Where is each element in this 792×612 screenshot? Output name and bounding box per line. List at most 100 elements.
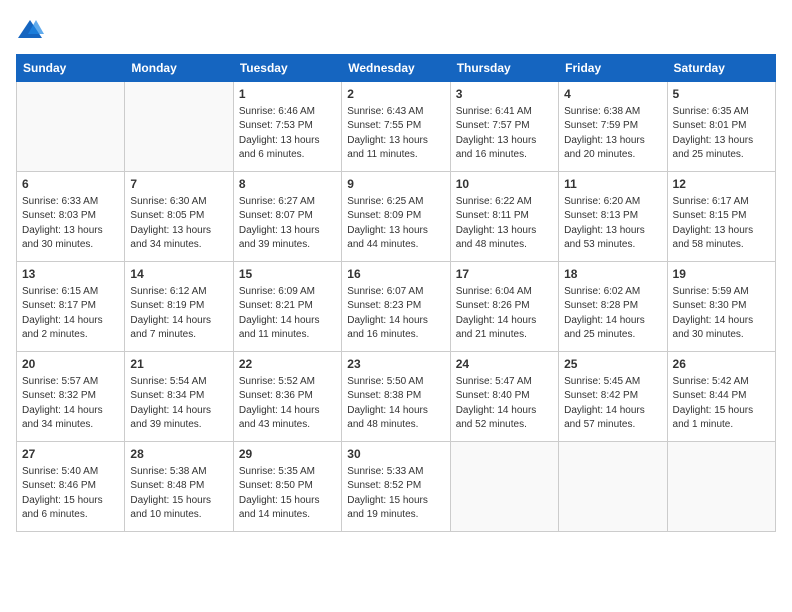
day-number: 19	[673, 266, 770, 283]
calendar-cell	[450, 442, 558, 532]
calendar-header-wednesday: Wednesday	[342, 55, 450, 82]
day-number: 22	[239, 356, 336, 373]
calendar-cell: 13 Sunrise: 6:15 AMSunset: 8:17 PMDayligh…	[17, 262, 125, 352]
calendar-week-2: 6 Sunrise: 6:33 AMSunset: 8:03 PMDaylight…	[17, 172, 776, 262]
day-info: Sunrise: 5:54 AMSunset: 8:34 PMDaylight:…	[130, 375, 227, 433]
calendar-cell: 23Sunrise: 5:50 AMSunset: 8:38 PMDayligh…	[342, 352, 450, 442]
calendar-week-5: 27 Sunrise: 5:40 AMSunset: 8:46 PMDayligh…	[17, 442, 776, 532]
day-info: Sunrise: 5:40 AMSunset: 8:46 PMDaylight:…	[22, 465, 119, 523]
calendar-header-saturday: Saturday	[667, 55, 775, 82]
day-info: Sunrise: 5:52 AMSunset: 8:36 PMDaylight:…	[239, 375, 336, 433]
day-info: Sunrise: 6:02 AMSunset: 8:28 PMDaylight:…	[564, 285, 661, 343]
calendar-cell: 25 Sunrise: 5:45 AMSunset: 8:42 PMDayligh…	[559, 352, 667, 442]
day-info: Sunrise: 5:57 AMSunset: 8:32 PMDaylight:…	[22, 375, 119, 433]
calendar-header-row: SundayMondayTuesdayWednesdayThursdayFrid…	[17, 55, 776, 82]
day-number: 11	[564, 176, 661, 193]
day-number: 13	[22, 266, 119, 283]
calendar-cell: 16 Sunrise: 6:07 AMSunset: 8:23 PMDayligh…	[342, 262, 450, 352]
day-number: 17	[456, 266, 553, 283]
day-number: 1	[239, 86, 336, 103]
day-info: Sunrise: 6:22 AMSunset: 8:11 PMDaylight:…	[456, 195, 553, 253]
day-number: 29	[239, 446, 336, 463]
calendar-cell	[667, 442, 775, 532]
day-number: 10	[456, 176, 553, 193]
day-number: 12	[673, 176, 770, 193]
calendar-header-friday: Friday	[559, 55, 667, 82]
calendar-cell: 20 Sunrise: 5:57 AMSunset: 8:32 PMDayligh…	[17, 352, 125, 442]
day-number: 8	[239, 176, 336, 193]
day-number: 20	[22, 356, 119, 373]
calendar-cell: 5 Sunrise: 6:35 AMSunset: 8:01 PMDaylight…	[667, 82, 775, 172]
day-info: Sunrise: 5:59 AMSunset: 8:30 PMDaylight:…	[673, 285, 770, 343]
calendar-header-sunday: Sunday	[17, 55, 125, 82]
day-number: 4	[564, 86, 661, 103]
calendar-cell: 6 Sunrise: 6:33 AMSunset: 8:03 PMDaylight…	[17, 172, 125, 262]
calendar-cell: 17 Sunrise: 6:04 AMSunset: 8:26 PMDayligh…	[450, 262, 558, 352]
day-number: 23	[347, 356, 444, 373]
calendar-cell: 7Sunrise: 6:30 AMSunset: 8:05 PMDaylight…	[125, 172, 233, 262]
calendar-header-tuesday: Tuesday	[233, 55, 341, 82]
calendar-cell: 4 Sunrise: 6:38 AMSunset: 7:59 PMDaylight…	[559, 82, 667, 172]
calendar-cell: 8 Sunrise: 6:27 AMSunset: 8:07 PMDaylight…	[233, 172, 341, 262]
day-info: Sunrise: 5:38 AMSunset: 8:48 PMDaylight:…	[130, 465, 227, 523]
calendar-cell	[17, 82, 125, 172]
day-info: Sunrise: 6:17 AMSunset: 8:15 PMDaylight:…	[673, 195, 770, 253]
calendar-cell	[125, 82, 233, 172]
calendar-cell: 19 Sunrise: 5:59 AMSunset: 8:30 PMDayligh…	[667, 262, 775, 352]
calendar-cell: 3 Sunrise: 6:41 AMSunset: 7:57 PMDaylight…	[450, 82, 558, 172]
day-number: 24	[456, 356, 553, 373]
day-info: Sunrise: 5:42 AMSunset: 8:44 PMDaylight:…	[673, 375, 770, 433]
calendar-cell: 12 Sunrise: 6:17 AMSunset: 8:15 PMDayligh…	[667, 172, 775, 262]
day-number: 18	[564, 266, 661, 283]
day-number: 7	[130, 176, 227, 193]
day-info: Sunrise: 5:33 AMSunset: 8:52 PMDaylight:…	[347, 465, 444, 523]
calendar-cell: 1 Sunrise: 6:46 AMSunset: 7:53 PMDaylight…	[233, 82, 341, 172]
calendar-cell: 14Sunrise: 6:12 AMSunset: 8:19 PMDayligh…	[125, 262, 233, 352]
calendar-table: SundayMondayTuesdayWednesdayThursdayFrid…	[16, 54, 776, 532]
day-info: Sunrise: 6:43 AMSunset: 7:55 PMDaylight:…	[347, 105, 444, 163]
logo	[16, 16, 48, 44]
calendar-week-4: 20 Sunrise: 5:57 AMSunset: 8:32 PMDayligh…	[17, 352, 776, 442]
day-number: 16	[347, 266, 444, 283]
day-number: 6	[22, 176, 119, 193]
day-info: Sunrise: 6:15 AMSunset: 8:17 PMDaylight:…	[22, 285, 119, 343]
day-info: Sunrise: 6:35 AMSunset: 8:01 PMDaylight:…	[673, 105, 770, 163]
calendar-cell: 27 Sunrise: 5:40 AMSunset: 8:46 PMDayligh…	[17, 442, 125, 532]
day-number: 9	[347, 176, 444, 193]
day-info: Sunrise: 6:27 AMSunset: 8:07 PMDaylight:…	[239, 195, 336, 253]
day-info: Sunrise: 6:04 AMSunset: 8:26 PMDaylight:…	[456, 285, 553, 343]
day-number: 27	[22, 446, 119, 463]
calendar-cell: 2 Sunrise: 6:43 AMSunset: 7:55 PMDaylight…	[342, 82, 450, 172]
day-info: Sunrise: 6:12 AMSunset: 8:19 PMDaylight:…	[130, 285, 227, 343]
day-info: Sunrise: 6:09 AMSunset: 8:21 PMDaylight:…	[239, 285, 336, 343]
calendar-cell: 30 Sunrise: 5:33 AMSunset: 8:52 PMDayligh…	[342, 442, 450, 532]
day-number: 28	[130, 446, 227, 463]
day-info: Sunrise: 5:47 AMSunset: 8:40 PMDaylight:…	[456, 375, 553, 433]
calendar-week-3: 13 Sunrise: 6:15 AMSunset: 8:17 PMDayligh…	[17, 262, 776, 352]
calendar-cell: 11Sunrise: 6:20 AMSunset: 8:13 PMDayligh…	[559, 172, 667, 262]
calendar-cell: 18 Sunrise: 6:02 AMSunset: 8:28 PMDayligh…	[559, 262, 667, 352]
calendar-cell: 21Sunrise: 5:54 AMSunset: 8:34 PMDayligh…	[125, 352, 233, 442]
day-info: Sunrise: 6:33 AMSunset: 8:03 PMDaylight:…	[22, 195, 119, 253]
calendar-cell: 29Sunrise: 5:35 AMSunset: 8:50 PMDayligh…	[233, 442, 341, 532]
day-info: Sunrise: 6:38 AMSunset: 7:59 PMDaylight:…	[564, 105, 661, 163]
day-info: Sunrise: 6:41 AMSunset: 7:57 PMDaylight:…	[456, 105, 553, 163]
calendar-cell: 9 Sunrise: 6:25 AMSunset: 8:09 PMDaylight…	[342, 172, 450, 262]
day-number: 2	[347, 86, 444, 103]
calendar-cell	[559, 442, 667, 532]
calendar-cell: 28 Sunrise: 5:38 AMSunset: 8:48 PMDayligh…	[125, 442, 233, 532]
calendar-header-monday: Monday	[125, 55, 233, 82]
day-number: 15	[239, 266, 336, 283]
day-number: 25	[564, 356, 661, 373]
calendar-week-1: 1 Sunrise: 6:46 AMSunset: 7:53 PMDaylight…	[17, 82, 776, 172]
calendar-cell: 15 Sunrise: 6:09 AMSunset: 8:21 PMDayligh…	[233, 262, 341, 352]
day-info: Sunrise: 5:45 AMSunset: 8:42 PMDaylight:…	[564, 375, 661, 433]
day-info: Sunrise: 6:46 AMSunset: 7:53 PMDaylight:…	[239, 105, 336, 163]
day-number: 26	[673, 356, 770, 373]
day-info: Sunrise: 6:07 AMSunset: 8:23 PMDaylight:…	[347, 285, 444, 343]
calendar-cell: 26 Sunrise: 5:42 AMSunset: 8:44 PMDayligh…	[667, 352, 775, 442]
day-number: 3	[456, 86, 553, 103]
day-number: 5	[673, 86, 770, 103]
day-info: Sunrise: 6:25 AMSunset: 8:09 PMDaylight:…	[347, 195, 444, 253]
day-number: 30	[347, 446, 444, 463]
